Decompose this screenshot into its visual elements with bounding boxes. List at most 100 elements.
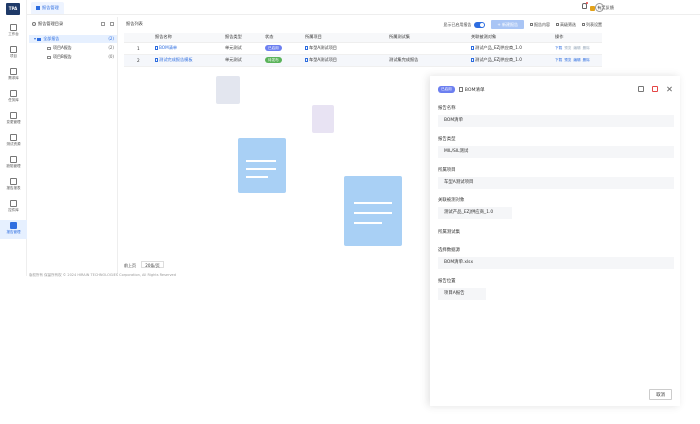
search-icon: [32, 22, 36, 26]
field-report-type: MIL/SIL测试: [438, 146, 674, 158]
edit-button[interactable]: 编辑: [573, 58, 580, 62]
field-project: 车型A测试项目: [438, 177, 674, 189]
controls-icon: [10, 200, 17, 207]
list-toolbar: 显示已启用报告 + 新建报告 报告内容 高级筛选 列表设置: [443, 20, 602, 29]
app-logo: TPA: [6, 3, 20, 15]
report-table: 报告名称 报告类型 状态 所属项目 所属测试集 关联被测对象 操作 1 BOM清…: [124, 33, 602, 67]
field-datasource: BOM清单.xlsx: [438, 257, 674, 269]
collapse-icon[interactable]: [110, 22, 114, 26]
col-project: 所属项目: [302, 33, 386, 43]
content-icon: [530, 23, 533, 26]
field-label-object: 关联被测对象: [438, 198, 465, 203]
cancel-button[interactable]: 取消: [649, 389, 672, 400]
tree-node-project-a[interactable]: 项目A报告 (2): [29, 44, 117, 52]
download-icon[interactable]: [638, 86, 644, 92]
toggle-switch[interactable]: [474, 21, 486, 28]
row-checkbox[interactable]: [124, 54, 134, 67]
folder-icon: [37, 37, 42, 41]
field-report-name: BOM清单: [438, 115, 674, 127]
row-checkbox[interactable]: [124, 42, 134, 55]
report-icon: [36, 6, 40, 10]
nav-item-defects[interactable]: 缺陷管理: [0, 154, 27, 173]
table-row[interactable]: 2 测试完成报告模板 单元测试 待发布 车型A测试项目 测试集完成报告 测试产品…: [124, 54, 602, 67]
col-checkbox[interactable]: [124, 33, 134, 43]
project-icon: [305, 58, 308, 62]
table-row[interactable]: 1 BOM清单 单元测试 已启用 车型A测试项目 测试产品_EZJ供应商_1.0…: [124, 42, 602, 55]
bell-icon[interactable]: [582, 2, 588, 9]
preview-button[interactable]: 预览: [564, 58, 571, 62]
document-illustration-icon: [216, 76, 240, 104]
table-header: 报告名称 报告类型 状态 所属项目 所属测试集 关联被测对象 操作: [124, 33, 602, 43]
nav-item-project[interactable]: 项目: [0, 44, 27, 63]
filter-icon: [556, 23, 559, 26]
file-icon: [155, 58, 158, 62]
field-label-datasource: 选择数据源: [438, 248, 460, 253]
nav-item-changes[interactable]: 变更管理: [0, 110, 27, 129]
new-report-button[interactable]: + 新建报告: [491, 20, 524, 29]
nav-item-reports-charts[interactable]: 报告报表: [0, 176, 27, 195]
row-testset: [386, 42, 468, 55]
drawer-header: 已启用 BOM清单: [438, 85, 485, 94]
show-enabled-toggle[interactable]: 显示已启用报告: [443, 21, 486, 28]
row-type: 单元测试: [222, 54, 262, 67]
row-ops: 下载 预览 编辑 删除: [552, 42, 602, 55]
nav-item-requirements[interactable]: 需求库: [0, 66, 27, 85]
col-name: 报告名称: [152, 33, 222, 43]
row-project: 车型A测试项目: [302, 54, 386, 67]
project-icon: [10, 46, 17, 53]
page-size-select[interactable]: 20条/页: [141, 261, 164, 268]
tree-search[interactable]: 报告管理目录: [32, 21, 63, 27]
prev-page-button[interactable]: 前上页: [124, 263, 136, 268]
col-index: [134, 33, 152, 43]
status-badge: 已启用: [265, 45, 282, 51]
row-name[interactable]: BOM清单: [152, 42, 222, 55]
drawer-actions: [638, 86, 672, 92]
col-type: 报告类型: [222, 33, 262, 43]
row-name[interactable]: 测试完成报告模板: [152, 54, 222, 67]
list-settings-button[interactable]: 列表设置: [582, 22, 602, 28]
nav-item-workbench[interactable]: 工作台: [0, 22, 27, 41]
nav-item-controls[interactable]: 控件库: [0, 198, 27, 217]
tree-node-project-b[interactable]: 项目B报告 (0): [29, 53, 117, 61]
object-icon: [471, 46, 474, 50]
add-folder-icon[interactable]: [101, 22, 105, 26]
document-illustration-icon: [312, 105, 334, 133]
tree-node-all[interactable]: ▾ 全部报告 (2): [29, 35, 117, 43]
delete-button[interactable]: 删除: [583, 58, 590, 62]
row-index: 1: [134, 42, 152, 55]
close-icon[interactable]: [666, 86, 672, 92]
col-object: 关联被测对象: [468, 33, 552, 43]
avatar[interactable]: [595, 3, 604, 12]
col-ops: 操作: [552, 33, 602, 43]
delete-button[interactable]: 删除: [583, 46, 590, 50]
list-title: 报告列表: [126, 21, 143, 26]
delete-icon[interactable]: [652, 86, 658, 92]
download-button[interactable]: 下载: [555, 58, 562, 62]
changes-icon: [10, 112, 17, 119]
nav-item-report-management[interactable]: 报告管理: [0, 220, 27, 239]
report-management-icon: [10, 222, 17, 229]
document-illustration-icon: [238, 138, 286, 193]
reports-charts-icon: [10, 178, 17, 185]
row-status: 已启用: [262, 42, 302, 55]
row-status: 待发布: [262, 54, 302, 67]
report-content-button[interactable]: 报告内容: [530, 22, 550, 28]
nav-item-tasks[interactable]: 任务库: [0, 88, 27, 107]
preview-button[interactable]: 预览: [564, 46, 571, 50]
project-icon: [305, 46, 308, 50]
row-object: 测试产品_EZJ供应商_1.0: [468, 54, 552, 67]
tab-report-management[interactable]: 报告管理: [31, 2, 64, 14]
field-label-testset: 所属测试集: [438, 230, 460, 235]
drawer-title: BOM清单: [464, 87, 485, 93]
nav-item-test-resources[interactable]: 测试资源: [0, 132, 27, 151]
field-label-type: 报告类型: [438, 137, 456, 142]
row-type: 单元测试: [222, 42, 262, 55]
row-ops: 下载 预览 编辑 删除: [552, 54, 602, 67]
row-testset: 测试集完成报告: [386, 54, 468, 67]
edit-button[interactable]: 编辑: [573, 46, 580, 50]
requirements-icon: [10, 68, 17, 75]
download-button[interactable]: 下载: [555, 46, 562, 50]
advanced-filter-button[interactable]: 高级筛选: [556, 22, 576, 28]
status-badge: 待发布: [265, 57, 282, 63]
object-icon: [471, 58, 474, 62]
